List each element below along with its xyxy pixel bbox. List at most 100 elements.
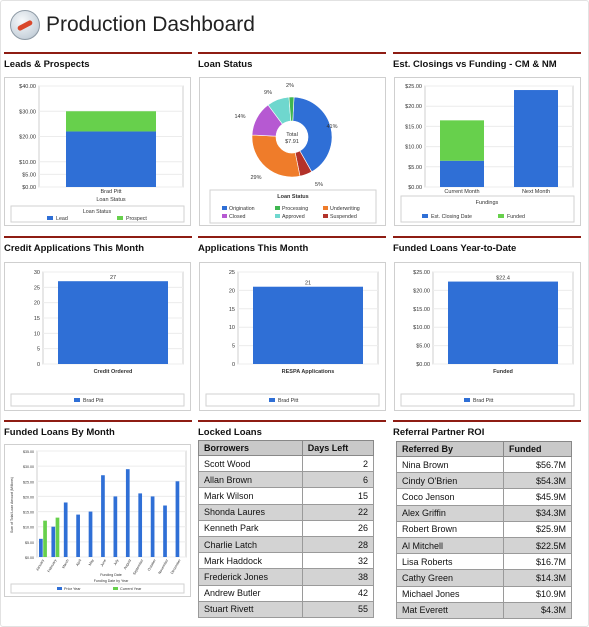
y-tick-label: 20	[34, 301, 40, 307]
bar-prior-year	[39, 538, 43, 557]
referrer-cell: Alex Griffin	[395, 504, 505, 522]
y-tick-label: 30	[34, 270, 40, 276]
loan-status-chart[interactable]: 41% 5% 29% 14% 9% 2% Total $7.91 Loan Status Orig…	[199, 77, 386, 226]
legend-box	[10, 583, 185, 594]
table-row[interactable]: Shonda Laures 22	[198, 503, 375, 521]
table-row[interactable]: Frederick Jones 38	[198, 568, 375, 586]
days-left-cell: 38	[301, 568, 375, 586]
borrower-cell: Charlie Latch	[198, 535, 303, 554]
table-row[interactable]: Nina Brown $56.7M	[395, 455, 572, 474]
legend-label: Brad Pitt	[473, 398, 494, 404]
days-left-cell: 22	[301, 503, 375, 521]
page-header: Production Dashboard	[10, 8, 255, 42]
table-row[interactable]: Al Mitchell $22.5M	[395, 536, 572, 555]
y-tick-label: $10.00	[413, 325, 430, 331]
legend-title: Loan Status	[277, 194, 308, 200]
legend-label: Origination	[229, 206, 255, 212]
bar-prior-year	[76, 514, 80, 557]
x-tick-label: Brad Pitt	[100, 189, 122, 195]
applications-chart[interactable]: 0 5 10 15 20 25 21 RESPA Applications Brad Pitt	[199, 262, 386, 411]
x-tick-label: April	[75, 558, 82, 566]
table-row[interactable]: Cathy Green $14.3M	[395, 569, 572, 587]
table-row[interactable]: Michael Jones $10.9M	[395, 585, 572, 603]
table-row[interactable]: Robert Brown $25.9M	[395, 520, 572, 538]
credit-chart[interactable]: 0 5 10 15 20 25 30 27 Credit Ordered Brad Pitt	[4, 262, 191, 411]
y-tick-label: $0.00	[408, 185, 422, 191]
y-tick-label: $30.00	[19, 109, 36, 115]
column-header-days-left[interactable]: Days Left	[301, 440, 375, 456]
y-tick-label: $25.00	[405, 84, 422, 90]
x-tick-label: June	[100, 559, 107, 568]
y-tick-label: $0.00	[25, 556, 34, 560]
borrower-cell: Mark Haddock	[198, 552, 303, 570]
table-row[interactable]: Coco Jenson $45.9M	[395, 488, 572, 506]
legend-swatch	[323, 206, 328, 210]
referral-roi-table: Referred By Funded Nina Brown $56.7M Cindy…	[395, 441, 572, 619]
credit-chart-svg: 0 5 10 15 20 25 30 27 Credit Ordered Brad Pitt	[10, 270, 185, 407]
legend-swatch	[74, 398, 80, 402]
borrower-cell: Kenneth Park	[198, 519, 303, 537]
table-row[interactable]: Allan Brown 6	[198, 471, 375, 489]
bar	[58, 281, 168, 364]
days-left-cell: 55	[301, 600, 375, 618]
y-tick-label: $15.00	[23, 511, 34, 515]
page-title: Production Dashboard	[46, 13, 255, 36]
days-left-cell: 2	[301, 454, 375, 473]
table-row[interactable]: Mark Haddock 32	[198, 552, 375, 570]
table-row[interactable]: Andrew Butler 42	[198, 584, 375, 602]
y-tick-label: 25	[229, 270, 235, 276]
table-row[interactable]: Charlie Latch 28	[198, 535, 375, 554]
table-row[interactable]: Alex Griffin $34.3M	[395, 504, 572, 522]
dial-icon	[10, 10, 40, 40]
x-tick-label: Current Month	[444, 189, 479, 195]
y-tick-label: 0	[37, 362, 40, 368]
legend-label: Prior Year	[64, 587, 81, 591]
slice-label: 41%	[326, 124, 337, 130]
borrower-cell: Scott Wood	[198, 454, 303, 473]
funded-ytd-chart[interactable]: $0.00 $5.00 $10.00 $15.00 $20.00 $25.00 $22.4 F…	[394, 262, 581, 411]
column-header-borrowers[interactable]: Borrowers	[198, 440, 303, 456]
funded-cell: $4.3M	[503, 601, 572, 619]
x-tick-label: May	[88, 558, 95, 566]
table-row[interactable]: Mark Wilson 15	[198, 487, 375, 505]
y-tick-label: 15	[229, 307, 235, 313]
x-tick-label: March	[61, 559, 69, 570]
y-tick-label: $25.00	[413, 270, 430, 276]
column-header-referred-by[interactable]: Referred By	[395, 441, 505, 457]
funded-month-chart-svg: $0.00 $5.00 $10.00 $15.00 $20.00 $25.00 $30.00…	[10, 450, 187, 594]
y-tick-label: 5	[232, 344, 235, 350]
donut-center-label: Total	[286, 132, 298, 138]
funded-cell: $45.9M	[503, 488, 572, 506]
leads-chart[interactable]: $0.00 $5.00 $10.00 $20.00 $30.00 $40.00 Brad P…	[4, 77, 191, 226]
referral-table-wrap: Referred By Funded Nina Brown $56.7M Cindy…	[395, 441, 572, 619]
legend-swatch	[498, 214, 504, 218]
funded-month-chart[interactable]: $0.00 $5.00 $10.00 $15.00 $20.00 $25.00 $30.00…	[4, 444, 191, 597]
legend-label: Underwriting	[330, 206, 360, 212]
panel-locked-loans: Locked Loans	[198, 420, 386, 437]
data-label: $22.4	[496, 276, 510, 282]
table-row[interactable]: Kenneth Park 26	[198, 519, 375, 537]
y-tick-label: $5.00	[416, 344, 430, 350]
y-axis-label: Sum of Total Loan Amount (Millions)	[10, 477, 14, 533]
y-tick-label: $20.00	[405, 104, 422, 110]
referrer-cell: Michael Jones	[395, 585, 505, 603]
x-tick-label: November	[157, 558, 169, 575]
panel-title: Credit Applications This Month	[4, 236, 192, 253]
x-tick-label: January	[35, 558, 45, 571]
x-tick-label: September	[132, 558, 145, 576]
bar-prior-year	[63, 502, 68, 557]
panel-closings: Est. Closings vs Funding - CM & NM	[393, 52, 581, 69]
y-tick-label: 15	[34, 316, 40, 322]
closings-chart[interactable]: $0.00 $5.00 $10.00 $15.00 $20.00 $25.00 Curren…	[394, 77, 581, 226]
table-row[interactable]: Scott Wood 2	[198, 454, 375, 473]
table-row[interactable]: Lisa Roberts $16.7M	[395, 553, 572, 571]
column-header-funded[interactable]: Funded	[503, 441, 572, 457]
panel-loan-status: Loan Status	[198, 52, 386, 69]
table-row[interactable]: Stuart Rivett 55	[198, 600, 375, 618]
funded-cell: $22.5M	[503, 536, 572, 555]
table-row[interactable]: Cindy O'Brien $54.3M	[395, 472, 572, 490]
table-row[interactable]: Mat Everett $4.3M	[395, 601, 572, 619]
x-tick-label: July	[113, 558, 120, 566]
y-tick-label: $10.00	[405, 145, 422, 151]
panel-referral-roi: Referral Partner ROI	[393, 420, 581, 437]
